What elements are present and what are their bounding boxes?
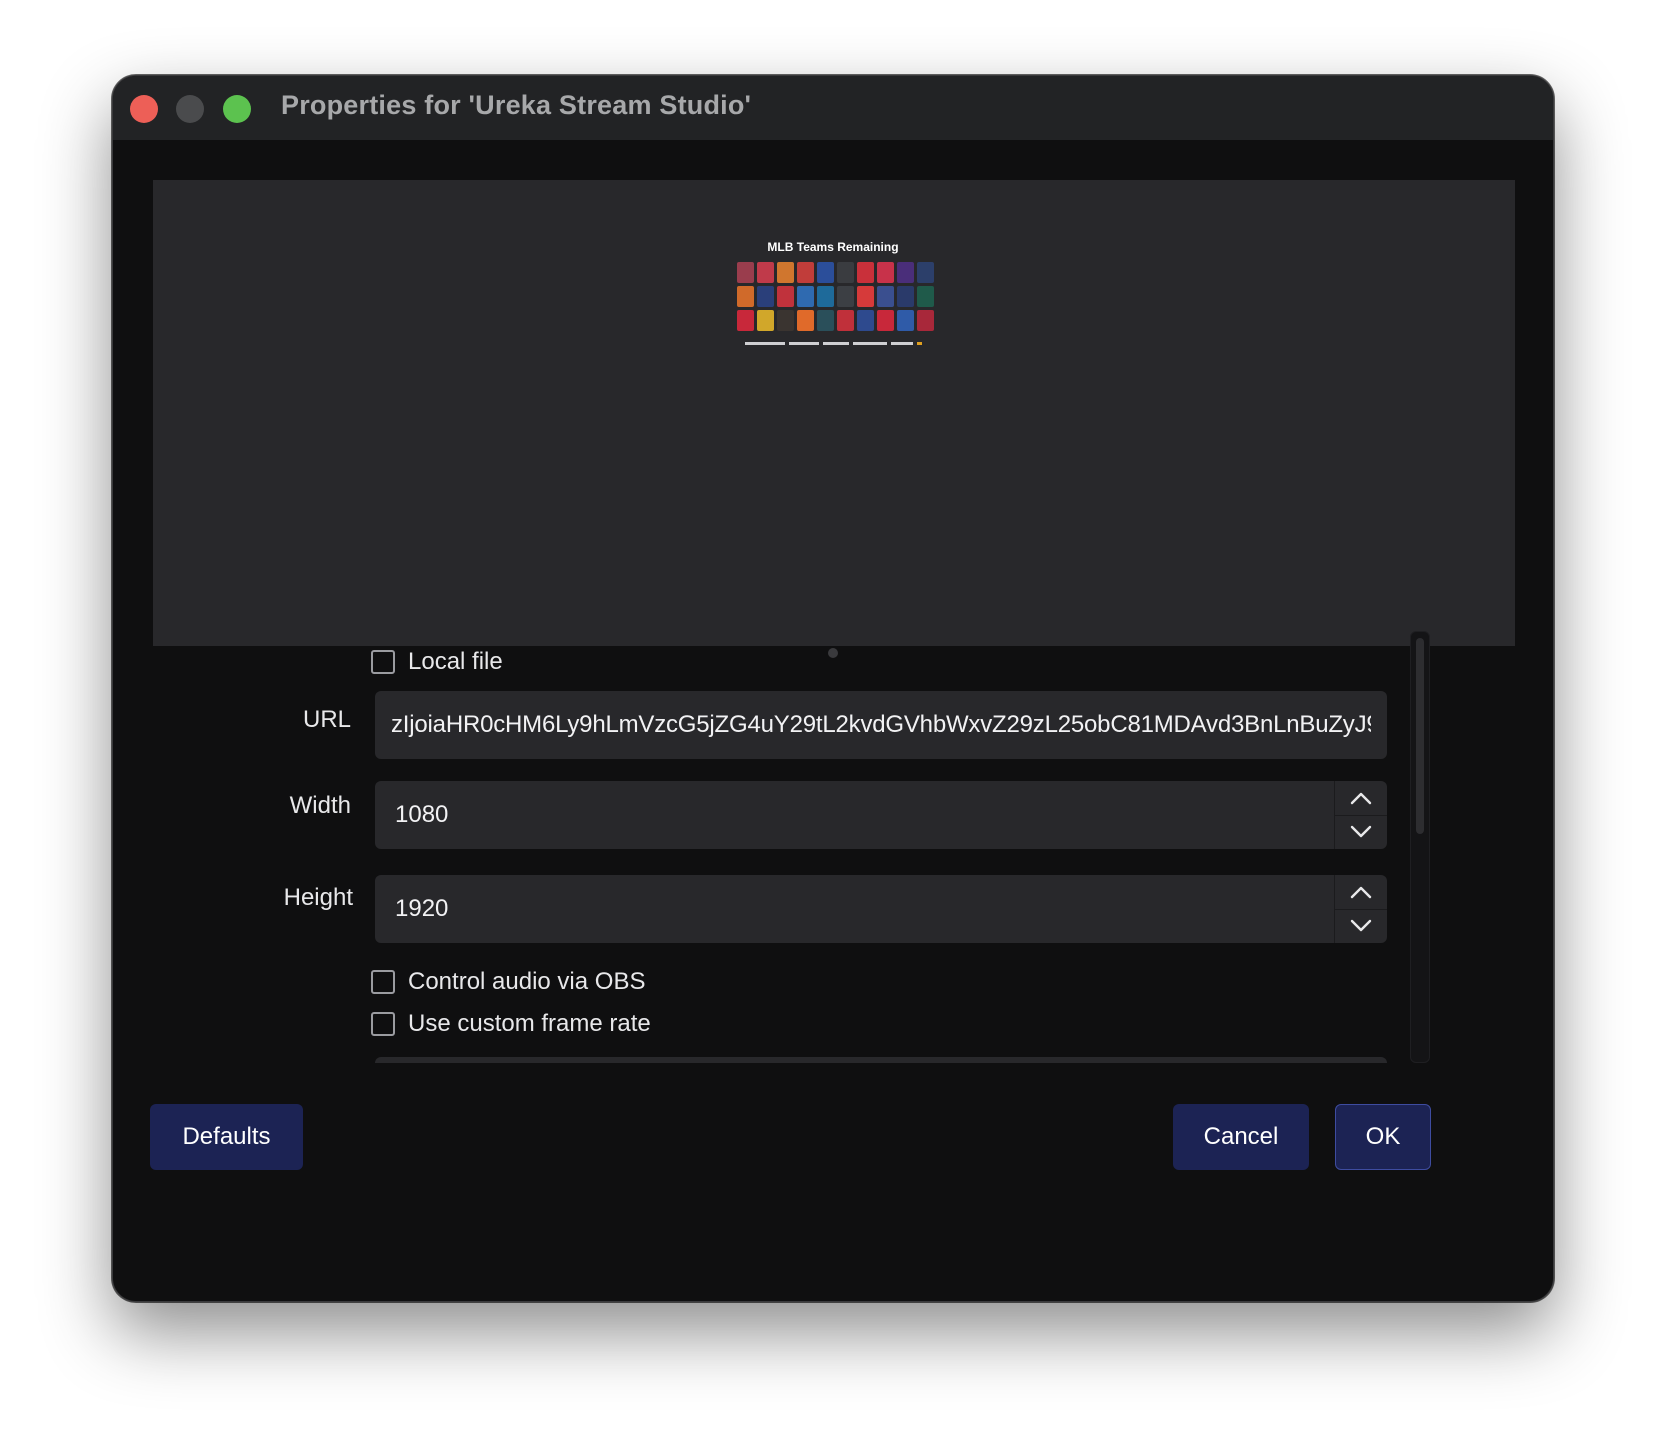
- chevron-down-icon: [1350, 825, 1372, 838]
- team-tile: [817, 262, 834, 283]
- team-tile: [737, 310, 754, 331]
- width-decrement-button[interactable]: [1335, 815, 1387, 849]
- team-tile: [837, 262, 854, 283]
- properties-scrollbar[interactable]: [1410, 631, 1430, 1063]
- custom-frame-rate-checkbox[interactable]: [371, 1012, 395, 1036]
- chevron-up-icon: [1350, 792, 1372, 805]
- team-tile: [877, 286, 894, 307]
- team-tile: [777, 310, 794, 331]
- team-tile: [817, 310, 834, 331]
- defaults-button[interactable]: Defaults: [150, 1104, 303, 1170]
- team-tile: [737, 286, 754, 307]
- width-label: Width: [289, 792, 351, 819]
- height-label: Height: [283, 884, 353, 911]
- team-tile: [737, 262, 754, 283]
- team-tile: [897, 310, 914, 331]
- source-preview: MLB Teams Remaining: [153, 180, 1515, 646]
- local-file-option[interactable]: Local file: [371, 648, 503, 676]
- team-tile: [777, 262, 794, 283]
- width-spinbox[interactable]: 1080: [375, 781, 1387, 849]
- zoom-window-button[interactable]: [223, 95, 251, 123]
- url-input[interactable]: zIjoiaHR0cHM6Ly9hLmVzcG5jZG4uY29tL2kvdGV…: [391, 711, 1371, 739]
- cancel-button[interactable]: Cancel: [1173, 1104, 1309, 1170]
- preview-title: MLB Teams Remaining: [767, 240, 899, 254]
- team-tile: [857, 286, 874, 307]
- team-tile: [797, 262, 814, 283]
- team-tile: [837, 286, 854, 307]
- local-file-label: Local file: [408, 648, 503, 675]
- width-increment-button[interactable]: [1335, 781, 1387, 816]
- ok-button[interactable]: OK: [1335, 1104, 1431, 1170]
- team-tile: [757, 262, 774, 283]
- splitter-handle[interactable]: [828, 648, 838, 658]
- team-tile: [877, 310, 894, 331]
- team-tile: [777, 286, 794, 307]
- team-tile: [817, 286, 834, 307]
- minimize-window-button[interactable]: [176, 95, 204, 123]
- team-tile: [757, 310, 774, 331]
- local-file-checkbox[interactable]: [371, 650, 395, 674]
- team-tile: [757, 286, 774, 307]
- height-increment-button[interactable]: [1335, 875, 1387, 910]
- custom-frame-rate-option[interactable]: Use custom frame rate: [371, 1010, 651, 1038]
- team-tile: [857, 262, 874, 283]
- chevron-down-icon: [1350, 919, 1372, 932]
- clipped-field: [375, 1057, 1387, 1063]
- width-input[interactable]: 1080: [395, 801, 448, 829]
- url-label: URL: [302, 706, 351, 733]
- url-field[interactable]: zIjoiaHR0cHM6Ly9hLmVzcG5jZG4uY29tL2kvdGV…: [375, 691, 1387, 759]
- scrollbar-thumb[interactable]: [1416, 638, 1424, 834]
- height-decrement-button[interactable]: [1335, 909, 1387, 943]
- team-tile: [917, 310, 934, 331]
- team-tile: [837, 310, 854, 331]
- width-spin-buttons: [1334, 781, 1387, 849]
- custom-frame-rate-label: Use custom frame rate: [408, 1010, 651, 1037]
- team-tile: [897, 262, 914, 283]
- height-spin-buttons: [1334, 875, 1387, 943]
- height-spinbox[interactable]: 1920: [375, 875, 1387, 943]
- team-tile: [917, 262, 934, 283]
- properties-dialog: Properties for 'Ureka Stream Studio' MLB…: [112, 75, 1554, 1302]
- close-window-button[interactable]: [130, 95, 158, 123]
- window-title: Properties for 'Ureka Stream Studio': [281, 90, 752, 120]
- preview-graphic: MLB Teams Remaining: [729, 240, 937, 350]
- team-tile: [897, 286, 914, 307]
- team-tile: [857, 310, 874, 331]
- team-tile: [797, 286, 814, 307]
- chevron-up-icon: [1350, 886, 1372, 899]
- team-tile: [797, 310, 814, 331]
- team-tile: [877, 262, 894, 283]
- control-audio-label: Control audio via OBS: [408, 968, 646, 995]
- height-input[interactable]: 1920: [395, 895, 448, 923]
- control-audio-option[interactable]: Control audio via OBS: [371, 968, 645, 996]
- title-bar[interactable]: Properties for 'Ureka Stream Studio': [113, 76, 1553, 140]
- team-tile-grid: [737, 262, 937, 331]
- preview-footer-text: [729, 335, 937, 346]
- control-audio-checkbox[interactable]: [371, 970, 395, 994]
- team-tile: [917, 286, 934, 307]
